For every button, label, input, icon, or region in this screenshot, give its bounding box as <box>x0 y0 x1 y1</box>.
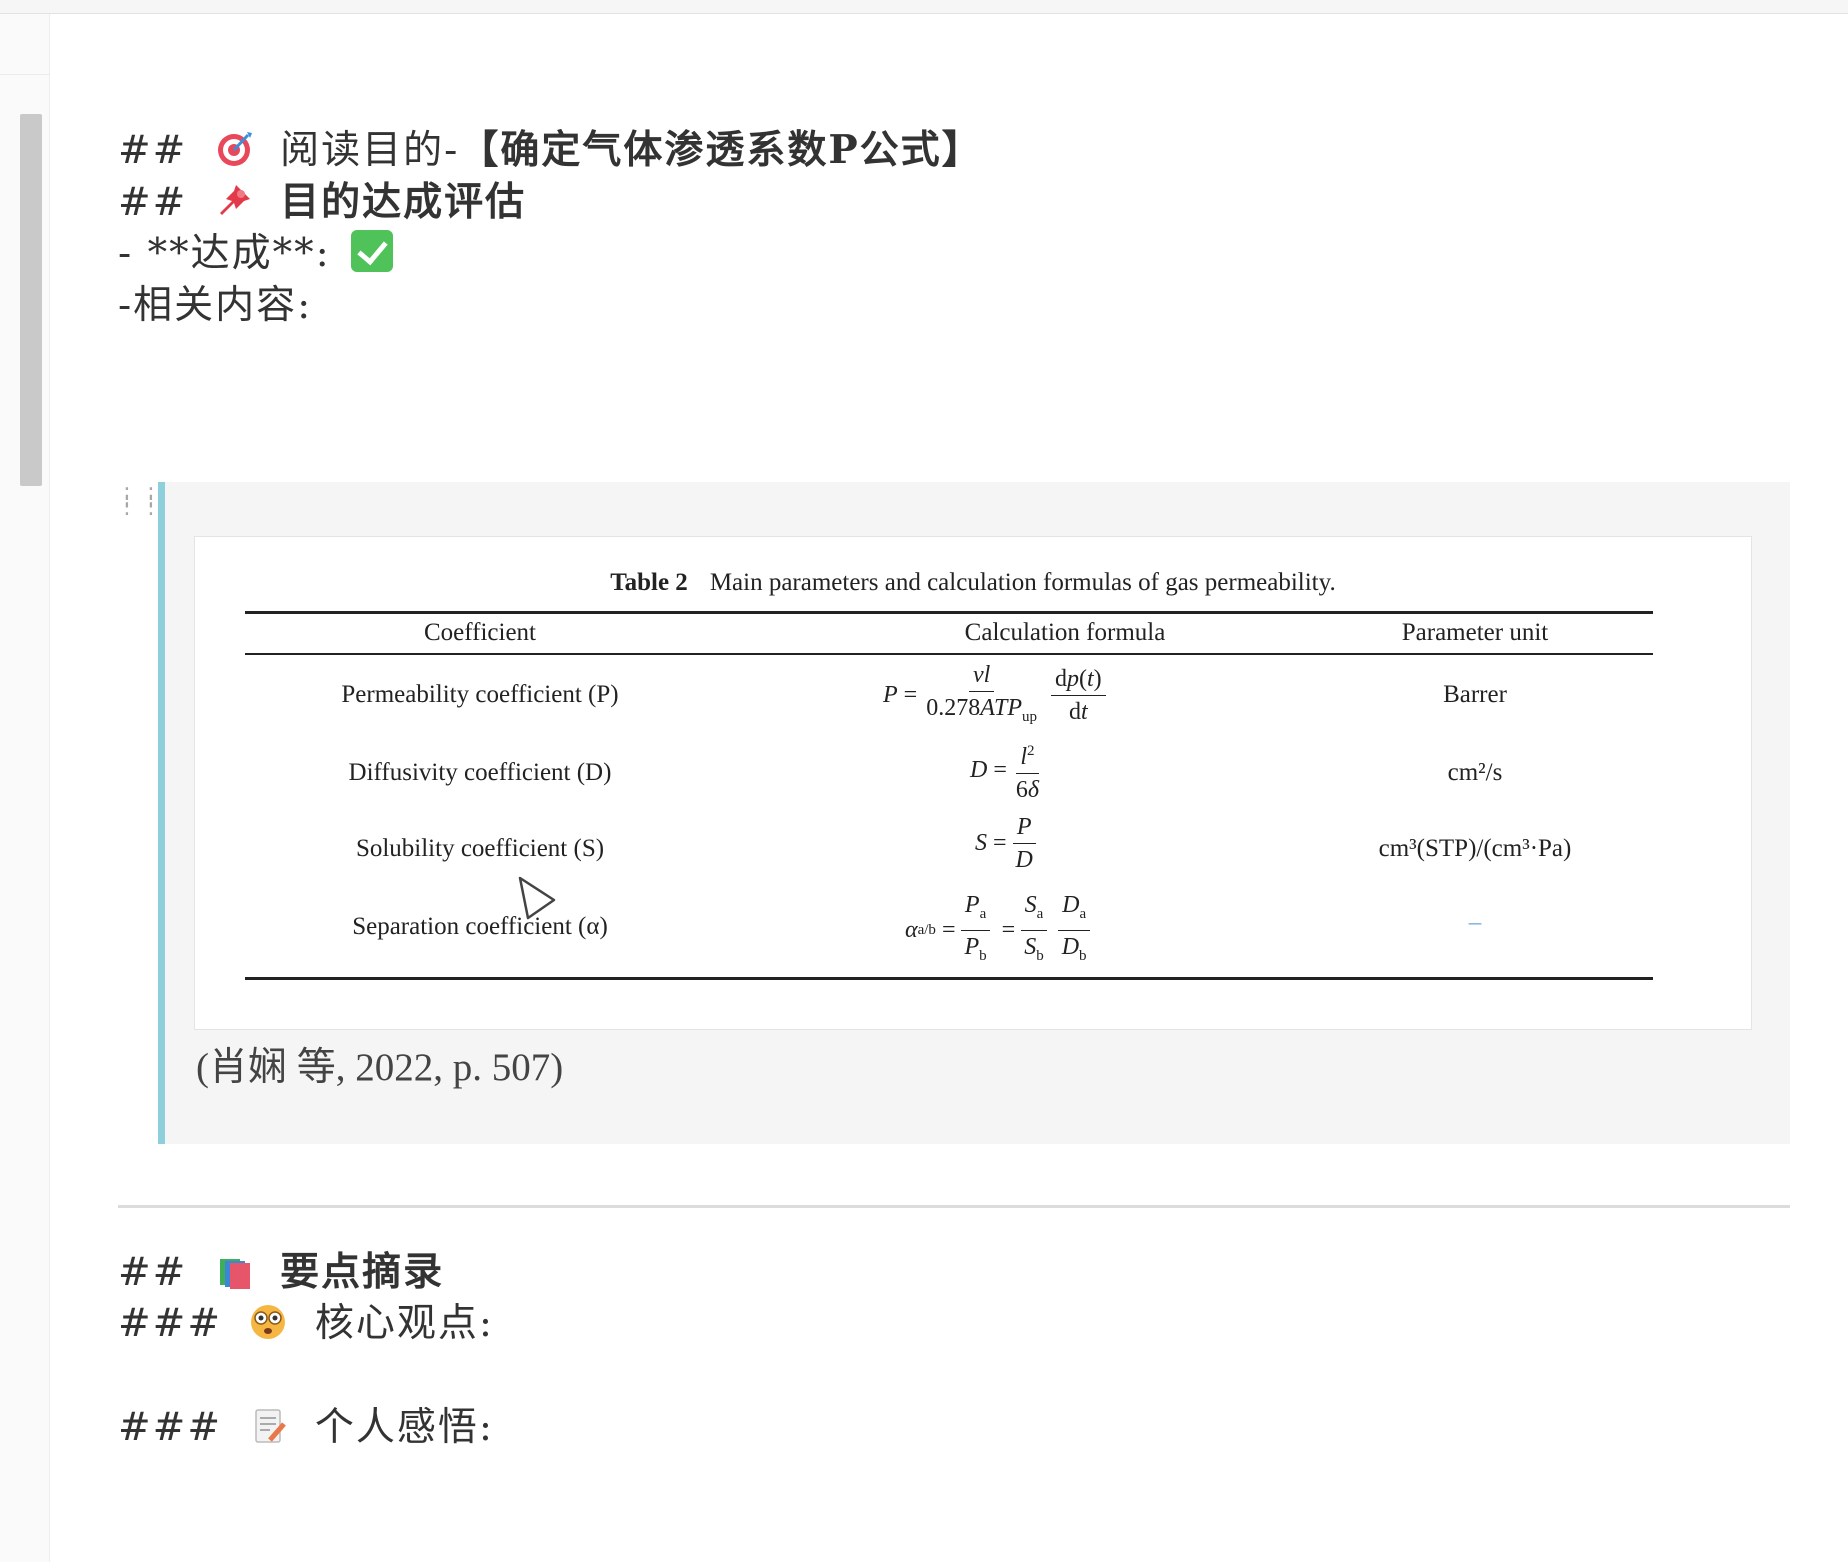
drag-handle-icon[interactable]: ⋮⋮ ⋮⋮ <box>116 486 162 528</box>
heading-bold-text: 目的达成评估 <box>280 179 527 225</box>
markdown-prefix: ## <box>118 1250 188 1295</box>
table-caption-text: Main parameters and calculation formulas… <box>709 569 1336 596</box>
table-label: Table 2 <box>610 569 688 596</box>
heading-personal-reflection[interactable]: ### 个人感悟: <box>118 1404 494 1452</box>
cursor-icon <box>518 876 556 920</box>
heading-key-excerpts[interactable]: ## 要点摘录 <box>118 1248 444 1297</box>
formula-solubility: S = PD <box>975 813 1042 874</box>
row-separation-coefficient: Separation coefficient (α) <box>352 913 608 940</box>
books-icon <box>219 1259 250 1289</box>
markdown-prefix: ### <box>118 1301 223 1346</box>
related-content-line[interactable]: -相关内容: <box>118 282 312 330</box>
unit-permeability: Barrer <box>1443 681 1507 708</box>
header-formula: Calculation formula <box>964 619 1166 646</box>
heading-text: 核心观点: <box>314 1301 494 1346</box>
heading-goal-evaluation[interactable]: ## 目的达成评估 <box>118 178 526 227</box>
face-icon <box>251 1305 286 1339</box>
heading-bold-text: 要点摘录 <box>280 1249 445 1295</box>
rail-divider <box>0 74 50 75</box>
citation-text[interactable]: (肖娴 等, 2022, p. 507) <box>196 1036 563 1092</box>
scrollbar-thumb[interactable] <box>20 114 42 486</box>
dart-icon <box>217 132 252 166</box>
table-bottom-rule <box>245 977 1653 980</box>
window-top-bar <box>0 0 1848 14</box>
table-header-rule <box>245 653 1653 655</box>
unit-separation: – <box>1468 909 1482 936</box>
heading-core-views[interactable]: ### 核心观点: <box>118 1300 494 1348</box>
table-image: Table 2 Main parameters and calculation f… <box>194 536 1752 1030</box>
header-unit: Parameter unit <box>1401 619 1549 646</box>
horizontal-rule <box>118 1205 1790 1208</box>
markdown-prefix: ## <box>118 180 188 225</box>
formula-permeability: P = vl 0.278ATPup dp(t) dt <box>883 661 1111 731</box>
heading-text: 个人感悟: <box>314 1405 494 1450</box>
markdown-prefix: ### <box>118 1405 223 1450</box>
formula-separation: α a/b = Pa Pb = Sa Sb Da Db <box>905 891 1096 970</box>
pushpin-icon <box>219 185 250 215</box>
related-content-label: -相关内容: <box>118 283 313 328</box>
row-solubility-coefficient: Solubility coefficient (S) <box>355 835 605 862</box>
achieved-line[interactable]: - **达成**: <box>118 230 394 278</box>
table-caption: Table 2 Main parameters and calculation f… <box>195 569 1751 597</box>
unit-diffusivity: cm²/s <box>1447 759 1503 786</box>
check-mark-icon <box>351 230 394 272</box>
unit-solubility: cm³(STP)/(cm³·Pa) <box>1378 835 1572 862</box>
table-top-rule <box>245 611 1653 614</box>
formula-diffusivity: D = l2 6δ <box>970 737 1048 804</box>
heading-text: 阅读目的- <box>280 128 460 173</box>
achieved-label: - **达成**: <box>118 231 331 276</box>
markdown-prefix: ## <box>118 128 188 173</box>
header-coefficient: Coefficient <box>424 619 536 646</box>
memo-icon <box>255 1409 287 1443</box>
row-diffusivity-coefficient: Diffusivity coefficient (D) <box>348 759 612 786</box>
left-rail <box>0 14 50 1562</box>
heading-reading-purpose[interactable]: ## 阅读目的-【确定气体渗透系数P公式】 <box>118 126 983 175</box>
heading-bold-text: 【确定气体渗透系数P公式】 <box>459 127 983 173</box>
row-permeability-coefficient: Permeability coefficient (P) <box>341 681 619 708</box>
